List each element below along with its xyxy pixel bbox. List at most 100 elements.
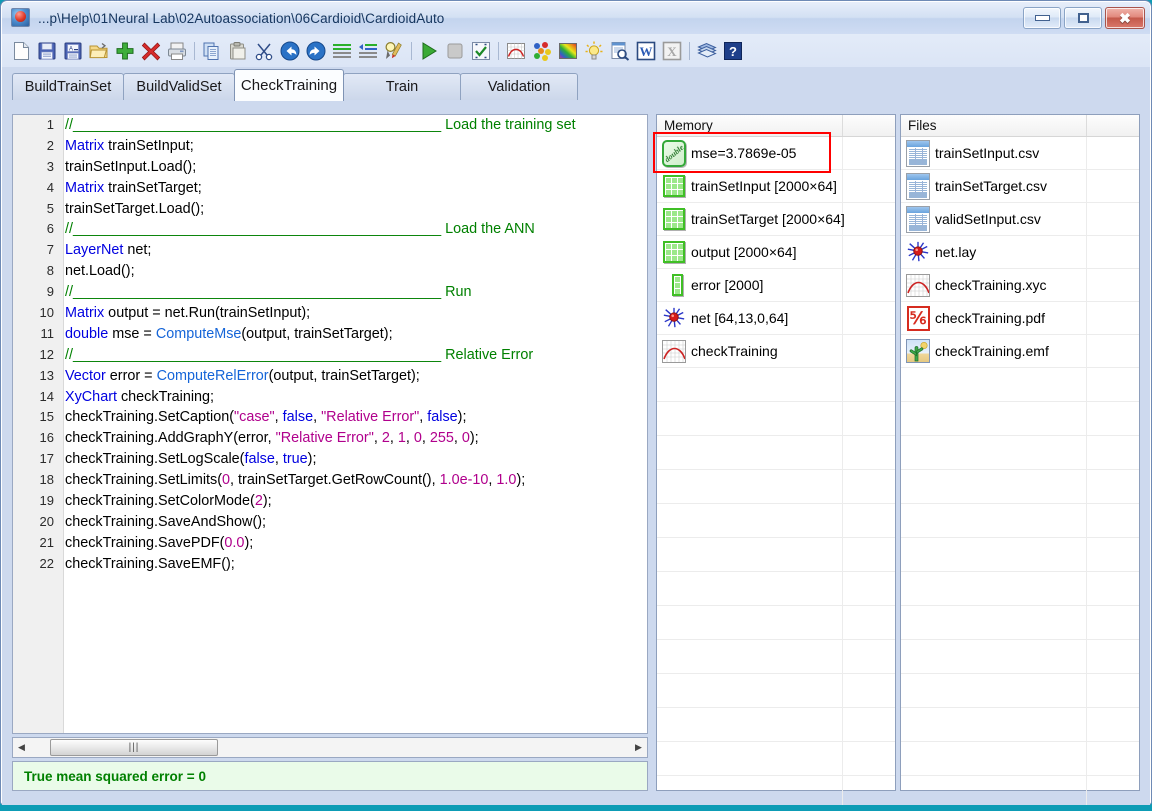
files-empty-cell[interactable] <box>1087 504 1139 537</box>
memory-row[interactable]: output [2000×64] <box>657 236 895 269</box>
files-empty-cell[interactable] <box>901 572 1087 605</box>
tab-buildtrainset[interactable]: BuildTrainSet <box>12 73 124 100</box>
memory-empty-cell[interactable] <box>657 606 843 639</box>
code-line[interactable]: Matrix output = net.Run(trainSetInput); <box>65 303 647 324</box>
scroll-left-arrow-icon[interactable]: ◀ <box>13 738 30 757</box>
memory-row-main-cell[interactable]: error [2000] <box>657 269 843 301</box>
memory-panel[interactable]: Memory double mse=3.7869e-05 trainSetInput… <box>656 114 896 810</box>
memory-empty-cell[interactable] <box>657 674 843 707</box>
cut-icon[interactable] <box>251 38 277 64</box>
memory-empty-cell[interactable] <box>657 572 843 605</box>
files-row[interactable]: trainSetInput.csv <box>901 137 1139 170</box>
memory-empty-cell[interactable] <box>843 504 895 537</box>
files-empty-row[interactable] <box>901 742 1139 776</box>
memory-empty-row[interactable] <box>657 674 895 708</box>
memory-row-spare-cell[interactable] <box>843 236 895 268</box>
undo-icon[interactable] <box>277 38 303 64</box>
files-row[interactable]: net.lay <box>901 236 1139 269</box>
files-empty-cell[interactable] <box>1087 606 1139 639</box>
code-line[interactable]: //______________________________________… <box>65 345 647 366</box>
memory-empty-cell[interactable] <box>843 368 895 401</box>
code-line[interactable]: checkTraining.AddGraphY(error, "Relative… <box>65 428 647 449</box>
check-icon[interactable] <box>468 38 494 64</box>
files-empty-cell[interactable] <box>901 606 1087 639</box>
memory-empty-row[interactable] <box>657 606 895 640</box>
memory-empty-row[interactable] <box>657 368 895 402</box>
code-line[interactable]: Matrix trainSetInput; <box>65 136 647 157</box>
files-empty-cell[interactable] <box>901 640 1087 673</box>
memory-empty-cell[interactable] <box>657 742 843 775</box>
files-empty-cell[interactable] <box>901 470 1087 503</box>
files-empty-row[interactable] <box>901 640 1139 674</box>
scrollbar-thumb[interactable]: ||| <box>50 739 218 756</box>
files-empty-cell[interactable] <box>901 402 1087 435</box>
scrollbar-track[interactable]: ||| <box>30 738 630 757</box>
rainbow-image-icon[interactable] <box>555 38 581 64</box>
code-line[interactable]: double mse = ComputeMse(output, trainSet… <box>65 324 647 345</box>
memory-row-spare-cell[interactable] <box>843 137 895 169</box>
save-as-icon[interactable]: A <box>60 38 86 64</box>
lightbulb-icon[interactable] <box>581 38 607 64</box>
code-line[interactable]: Vector error = ComputeRelError(output, t… <box>65 366 647 387</box>
code-line[interactable]: checkTraining.SetColorMode(2); <box>65 491 647 512</box>
memory-empty-cell[interactable] <box>657 402 843 435</box>
scroll-right-arrow-icon[interactable]: ▶ <box>630 738 647 757</box>
files-empty-cell[interactable] <box>1087 470 1139 503</box>
files-empty-row[interactable] <box>901 606 1139 640</box>
files-empty-cell[interactable] <box>901 504 1087 537</box>
memory-empty-cell[interactable] <box>657 504 843 537</box>
memory-empty-cell[interactable] <box>657 470 843 503</box>
code-line[interactable]: checkTraining.SetLimits(0, trainSetTarge… <box>65 470 647 491</box>
code-line[interactable]: trainSetTarget.Load(); <box>65 199 647 220</box>
files-row-spare-cell[interactable] <box>1087 170 1139 202</box>
add-icon[interactable] <box>112 38 138 64</box>
memory-row[interactable]: trainSetInput [2000×64] <box>657 170 895 203</box>
find-replace-icon[interactable] <box>381 38 407 64</box>
files-empty-cell[interactable] <box>901 436 1087 469</box>
files-empty-cell[interactable] <box>1087 538 1139 571</box>
memory-empty-row[interactable] <box>657 708 895 742</box>
files-empty-row[interactable] <box>901 436 1139 470</box>
files-row-spare-cell[interactable] <box>1087 269 1139 301</box>
code-line[interactable]: //______________________________________… <box>65 115 647 136</box>
memory-empty-cell[interactable] <box>657 538 843 571</box>
code-line[interactable]: //______________________________________… <box>65 219 647 240</box>
files-row-main-cell[interactable]: trainSetInput.csv <box>901 137 1087 169</box>
files-row-main-cell[interactable]: trainSetTarget.csv <box>901 170 1087 202</box>
memory-empty-row[interactable] <box>657 538 895 572</box>
files-empty-cell[interactable] <box>901 742 1087 775</box>
word-export-icon[interactable]: W <box>633 38 659 64</box>
files-empty-cell[interactable] <box>1087 640 1139 673</box>
files-empty-cell[interactable] <box>1087 368 1139 401</box>
code-line[interactable]: net.Load(); <box>65 261 647 282</box>
files-empty-cell[interactable] <box>901 674 1087 707</box>
code-line[interactable]: trainSetInput.Load(); <box>65 157 647 178</box>
tab-buildvalidset[interactable]: BuildValidSet <box>123 73 235 100</box>
memory-empty-cell[interactable] <box>657 708 843 741</box>
files-empty-row[interactable] <box>901 504 1139 538</box>
save-icon[interactable] <box>34 38 60 64</box>
memory-row-main-cell[interactable]: output [2000×64] <box>657 236 843 268</box>
files-empty-row[interactable] <box>901 674 1139 708</box>
files-empty-cell[interactable] <box>901 368 1087 401</box>
editor-horizontal-scrollbar[interactable]: ◀ ||| ▶ <box>12 737 648 758</box>
files-empty-cell[interactable] <box>1087 742 1139 775</box>
delete-icon[interactable] <box>138 38 164 64</box>
memory-empty-cell[interactable] <box>843 742 895 775</box>
files-empty-cell[interactable] <box>1087 572 1139 605</box>
code-line[interactable]: checkTraining.SetCaption("case", false, … <box>65 407 647 428</box>
memory-empty-cell[interactable] <box>843 640 895 673</box>
files-empty-cell[interactable] <box>1087 674 1139 707</box>
code-line[interactable]: checkTraining.SavePDF(0.0); <box>65 533 647 554</box>
memory-empty-cell[interactable] <box>843 436 895 469</box>
code-line[interactable]: checkTraining.SaveAndShow(); <box>65 512 647 533</box>
files-empty-row[interactable] <box>901 708 1139 742</box>
code-line[interactable]: Matrix trainSetTarget; <box>65 178 647 199</box>
files-row-main-cell[interactable]: net.lay <box>901 236 1087 268</box>
files-row-main-cell[interactable]: validSetInput.csv <box>901 203 1087 235</box>
files-row-spare-cell[interactable] <box>1087 137 1139 169</box>
memory-empty-row[interactable] <box>657 470 895 504</box>
files-row[interactable]: ⅚ checkTraining.pdf <box>901 302 1139 335</box>
memory-empty-row[interactable] <box>657 572 895 606</box>
scatter-colors-icon[interactable] <box>529 38 555 64</box>
